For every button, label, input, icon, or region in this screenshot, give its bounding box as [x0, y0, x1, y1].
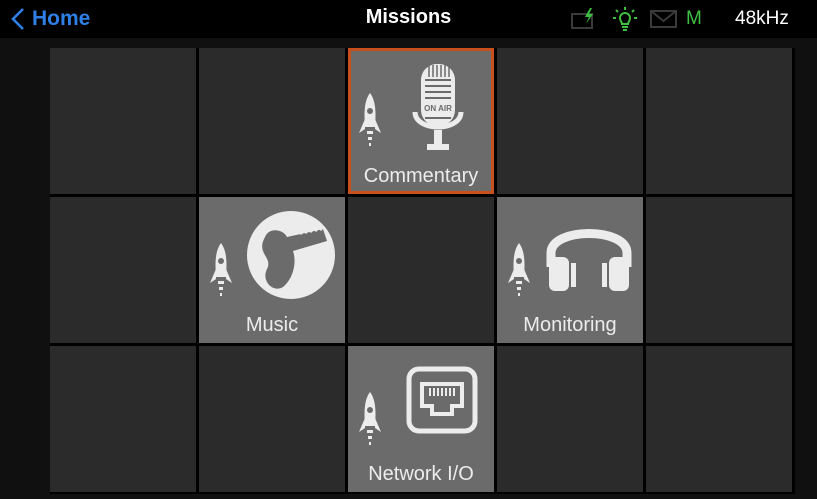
battery-charging-icon: [570, 4, 598, 34]
rocket-icon: [210, 243, 232, 296]
empty-tile: [199, 346, 345, 492]
rocket-icon: [359, 93, 381, 146]
rocket-icon: [508, 243, 530, 296]
mission-label-monitoring: Monitoring: [523, 314, 617, 336]
mission-label-music: Music: [245, 314, 299, 336]
empty-tile: [497, 346, 643, 492]
empty-tile: [497, 48, 643, 194]
empty-tile: [348, 197, 494, 343]
microphone-on-air-icon: ON AIR: [412, 64, 464, 150]
mode-flag: M: [686, 8, 702, 29]
empty-tile: [199, 48, 345, 194]
empty-tile: [50, 48, 196, 194]
on-air-badge: ON AIR: [424, 104, 452, 113]
rocket-icon: [359, 392, 381, 445]
mission-tile-music[interactable]: Music: [199, 197, 345, 343]
mail-icon: [650, 4, 678, 34]
mission-tile-network-io[interactable]: Network I/O: [348, 346, 494, 492]
empty-tile: [646, 346, 792, 492]
mission-label-commentary: Commentary: [363, 165, 479, 187]
missions-grid: ON AIR Commentary Music Monitoring Netwo…: [50, 48, 795, 494]
mission-tile-monitoring[interactable]: Monitoring: [497, 197, 643, 343]
top-bar: Home Missions M 48kHz: [0, 0, 817, 38]
ethernet-port-icon: [406, 366, 478, 434]
headphones-icon: [546, 229, 632, 291]
empty-tile: [646, 197, 792, 343]
sample-rate: 48kHz: [735, 8, 789, 29]
guitar-icon: [247, 211, 335, 299]
mission-tile-commentary[interactable]: ON AIR Commentary: [348, 48, 494, 194]
empty-tile: [646, 48, 792, 194]
mission-label-network-io: Network I/O: [368, 463, 474, 485]
empty-tile: [50, 197, 196, 343]
empty-tile: [50, 346, 196, 492]
lightbulb-icon: [612, 4, 638, 34]
